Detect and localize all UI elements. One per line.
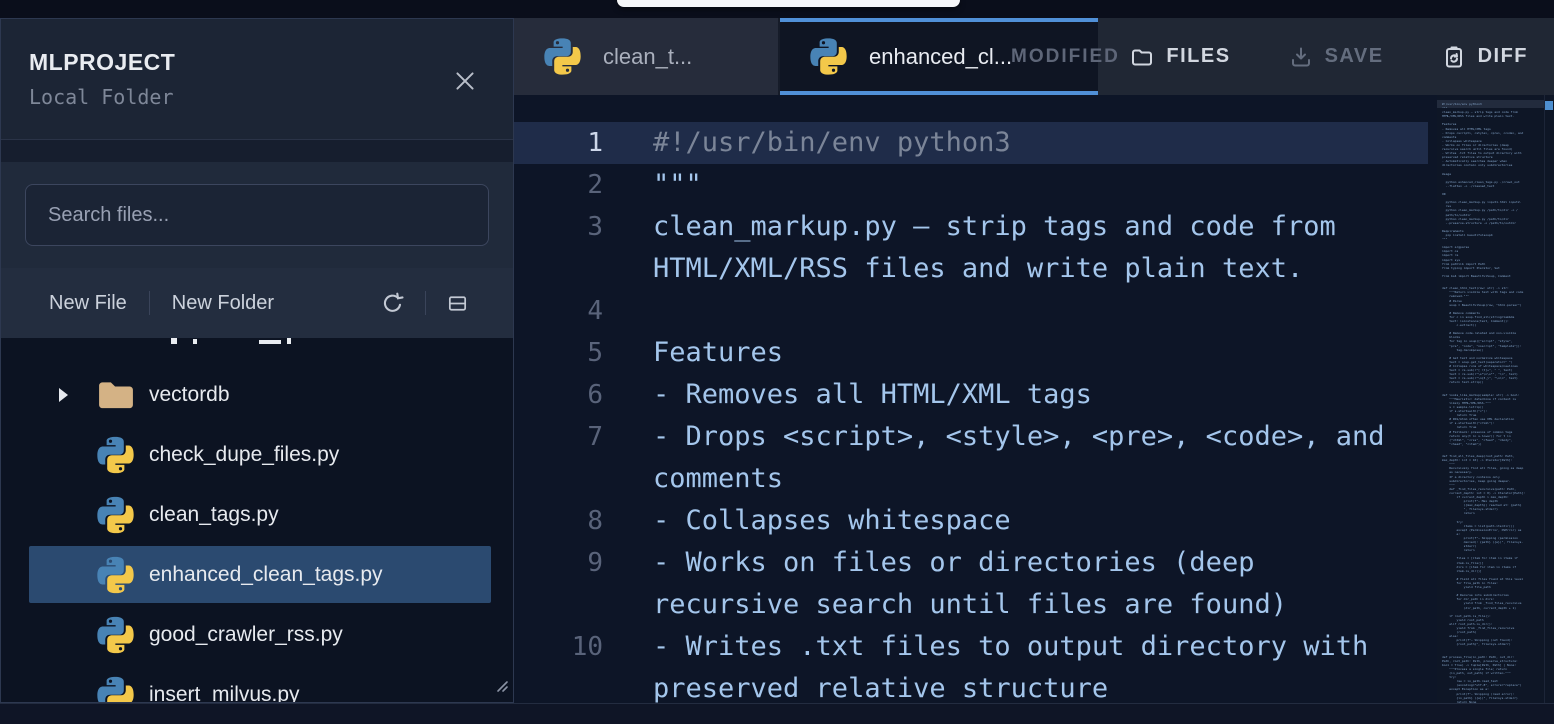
top-window-strip: [0, 0, 1554, 18]
file-list-item-check-dupe-files-py[interactable]: check_dupe_files.py: [29, 426, 491, 483]
line-number: 8: [514, 500, 603, 542]
python-icon: [544, 38, 581, 75]
search-panel: [1, 162, 513, 268]
file-list-item-enhanced-clean-tags-py[interactable]: enhanced_clean_tags.py: [29, 546, 491, 603]
python-icon: [97, 436, 134, 473]
editor-toolbar: FILES SAVE DIFF: [1098, 18, 1554, 95]
line-number: 6: [514, 374, 603, 416]
minimap-scrollbar-track[interactable]: [1544, 95, 1554, 703]
project-subtitle: Local Folder: [29, 85, 513, 109]
file-list: vectordb check_dupe_files.py clean_tags.…: [1, 338, 513, 703]
code-line-8[interactable]: 8 - Collapses whitespace: [514, 500, 1428, 542]
code-text: - Works on files or directories (deep re…: [653, 542, 1403, 626]
browser-omnibox-bottom-edge: [617, 0, 960, 7]
minimap-scrollbar-thumb[interactable]: [1545, 101, 1553, 110]
file-explorer-sidebar: MLPROJECT Local Folder New File New Fold…: [0, 18, 514, 703]
tab-label: enhanced_cl...: [869, 44, 1012, 70]
code-line-2[interactable]: 2 """: [514, 164, 1428, 206]
project-title: MLPROJECT: [29, 49, 513, 76]
line-number: 7: [514, 416, 603, 500]
diff-clipboard-icon: [1442, 45, 1466, 69]
code-text: #!/usr/bin/env python3: [653, 122, 1403, 164]
file-name: check_dupe_files.py: [149, 443, 339, 467]
line-number: 9: [514, 542, 603, 626]
line-number: 5: [514, 332, 603, 374]
save-icon: [1289, 45, 1313, 69]
line-number: 3: [514, 206, 603, 290]
search-input[interactable]: [25, 184, 489, 246]
code-text: clean_markup.py — strip tags and code fr…: [653, 206, 1403, 290]
file-list-item-good-crawler-rss-py[interactable]: good_crawler_rss.py: [29, 606, 491, 663]
code-line-6[interactable]: 6 - Removes all HTML/XML tags: [514, 374, 1428, 416]
code-line-7[interactable]: 7 - Drops <script>, <style>, <pre>, <code…: [514, 416, 1428, 500]
code-line-9[interactable]: 9 - Works on files or directories (deep r…: [514, 542, 1428, 626]
code-line-10[interactable]: 10 - Writes .txt files to output director…: [514, 626, 1428, 703]
line-number: 2: [514, 164, 603, 206]
code-text: [653, 290, 1403, 332]
file-list-item-insert-milvus-py[interactable]: insert_milvus.py: [29, 666, 491, 703]
sidebar-header: MLPROJECT Local Folder: [1, 19, 513, 140]
bottom-status-strip: [0, 703, 1554, 724]
code-text: - Drops <script>, <style>, <pre>, <code>…: [653, 416, 1403, 500]
python-icon: [97, 496, 134, 533]
file-name: enhanced_clean_tags.py: [149, 563, 383, 587]
python-icon: [97, 616, 134, 653]
editor-pane: clean_t... enhanced_cl... MODIFIED FILES…: [514, 18, 1554, 703]
line-number: 10: [514, 626, 603, 703]
partially-scrolled-file-item[interactable]: [143, 332, 363, 346]
folder-outline-icon: [1130, 45, 1154, 69]
split-view-icon[interactable]: [426, 292, 489, 315]
code-text: - Writes .txt files to output directory …: [653, 626, 1403, 703]
tab-label: clean_t...: [603, 44, 692, 70]
toolbar-button-label: FILES: [1166, 45, 1230, 68]
file-name: insert_milvus.py: [149, 683, 300, 704]
code-editor[interactable]: 1 #!/usr/bin/env python3 2 """ 3 clean_markup…: [514, 95, 1554, 703]
line-number: 1: [514, 122, 603, 164]
sidebar-resize-handle-icon[interactable]: [494, 678, 510, 699]
diff-button[interactable]: DIFF: [1442, 45, 1528, 69]
new-file-button[interactable]: New File: [25, 292, 149, 315]
new-folder-button[interactable]: New Folder: [150, 292, 296, 315]
code-text: - Collapses whitespace: [653, 500, 1403, 542]
sidebar-toolbar: New File New Folder: [1, 268, 513, 338]
save-button[interactable]: SAVE: [1289, 45, 1384, 69]
code-text: - Removes all HTML/XML tags: [653, 374, 1403, 416]
tab-enhanced-clean-tags[interactable]: enhanced_cl...: [780, 18, 1098, 95]
python-icon: [810, 38, 847, 75]
minimap[interactable]: #!/usr/bin/env python3 """ clean_markup.…: [1437, 95, 1554, 703]
toolbar-button-label: SAVE: [1325, 45, 1384, 68]
files-button[interactable]: FILES: [1130, 45, 1230, 69]
code-text: """: [653, 164, 1403, 206]
code-line-4[interactable]: 4: [514, 290, 1428, 332]
file-name: clean_tags.py: [149, 503, 279, 527]
tab-clean-tags[interactable]: clean_t...: [514, 18, 780, 95]
line-number: 4: [514, 290, 603, 332]
folder-icon: [97, 379, 135, 410]
tab-bar: clean_t... enhanced_cl... MODIFIED FILES…: [514, 18, 1554, 95]
file-name: good_crawler_rss.py: [149, 623, 343, 647]
python-icon: [97, 676, 134, 703]
code-line-3[interactable]: 3 clean_markup.py — strip tags and code f…: [514, 206, 1428, 290]
toolbar-button-label: DIFF: [1478, 45, 1528, 68]
python-icon: [97, 556, 134, 593]
code-line-5[interactable]: 5 Features: [514, 332, 1428, 374]
minimap-code-text: #!/usr/bin/env python3 """ clean_markup.…: [1442, 102, 1525, 720]
code-text: Features: [653, 332, 1403, 374]
file-list-item-vectordb[interactable]: vectordb: [29, 366, 491, 423]
file-list-item-clean-tags-py[interactable]: clean_tags.py: [29, 486, 491, 543]
file-name: vectordb: [149, 383, 230, 407]
close-icon[interactable]: [451, 67, 479, 95]
code-line-1[interactable]: 1 #!/usr/bin/env python3: [514, 122, 1428, 164]
refresh-icon[interactable]: [360, 291, 425, 316]
chevron-right-icon[interactable]: [55, 385, 71, 405]
